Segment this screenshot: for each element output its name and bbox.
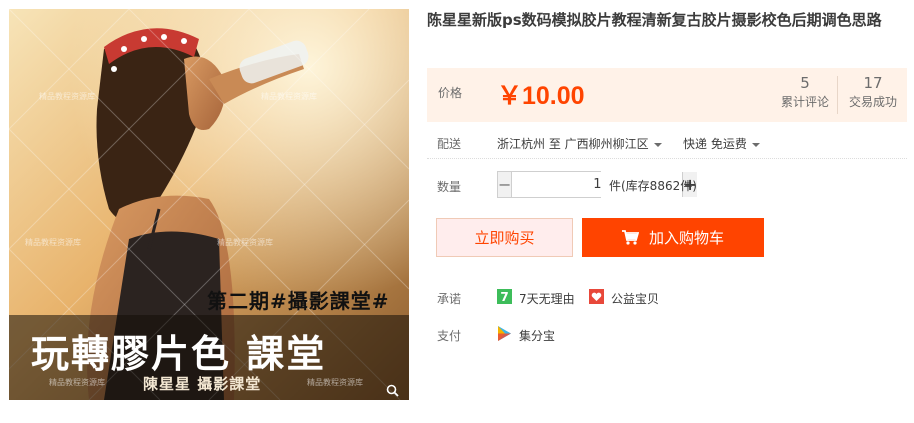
sales-count: 17 [863,74,883,92]
shipping-method-select[interactable]: 快递 免运费 [683,135,760,152]
cart-icon [621,230,639,245]
promise-item[interactable]: 公益宝贝 [611,290,659,307]
payment-label: 支付 [437,329,462,343]
image-main-title: 玩轉膠片色 課堂 [31,331,327,376]
sales-count-stat: 17 交易成功 [843,74,903,112]
jifenbao-icon [497,326,512,341]
stat-divider [837,76,838,114]
decrease-button[interactable]: − [498,172,512,197]
shipping-method: 快递 免运费 [683,137,747,151]
add-to-cart-label: 加入购物车 [648,229,724,247]
product-title: 陈星星新版ps数码模拟胶片教程清新复古胶片摄影校色后期调色思路 [427,11,882,29]
charity-icon [589,289,604,304]
chevron-down-icon [751,142,760,147]
price-label: 价格 [438,86,463,100]
shipping-route: 浙江杭州 至 广西柳州柳江区 [497,137,649,151]
seven-day-return-icon: 7 [497,289,512,304]
watermark: 精品教程资源库 [217,238,273,247]
zoom-icon[interactable] [386,384,399,397]
image-series-text: 第二期#攝影課堂# [207,289,390,313]
stock-text: 件(库存8862件) [609,179,697,193]
price-panel: 价格 ￥10.00 5 累计评论 17 交易成功 [427,68,907,122]
watermark: 精品教程资源库 [25,238,81,247]
sales-count-label: 交易成功 [848,95,897,109]
promise-label: 承诺 [437,292,462,306]
watermark: 精品教程资源库 [39,92,95,101]
chevron-down-icon [653,142,662,147]
buy-now-label: 立即购买 [474,229,535,247]
quantity-stepper: − + [497,171,697,198]
section-divider [427,158,907,159]
image-author-text: 陳星星 攝影課堂 [143,375,262,393]
watermark: 精品教程资源库 [307,378,363,387]
buy-now-button[interactable]: 立即购买 [436,218,573,257]
payment-item[interactable]: 集分宝 [519,327,555,344]
review-count: 5 [800,74,810,92]
review-count-stat[interactable]: 5 累计评论 [775,74,835,112]
price-value: ￥10.00 [497,82,585,110]
watermark: 精品教程资源库 [261,92,317,101]
product-image[interactable]: 精品教程资源库 精品教程资源库 精品教程资源库 精品教程资源库 第二期#攝影課堂… [9,9,409,400]
shipping-destination-select[interactable]: 浙江杭州 至 广西柳州柳江区 [497,135,662,152]
add-to-cart-button[interactable]: 加入购物车 [582,218,764,257]
quantity-label: 数量 [437,180,462,194]
watermark: 精品教程资源库 [49,378,105,387]
review-count-label: 累计评论 [780,95,829,109]
promise-item[interactable]: 7天无理由 [519,290,575,307]
shipping-label: 配送 [437,137,462,151]
